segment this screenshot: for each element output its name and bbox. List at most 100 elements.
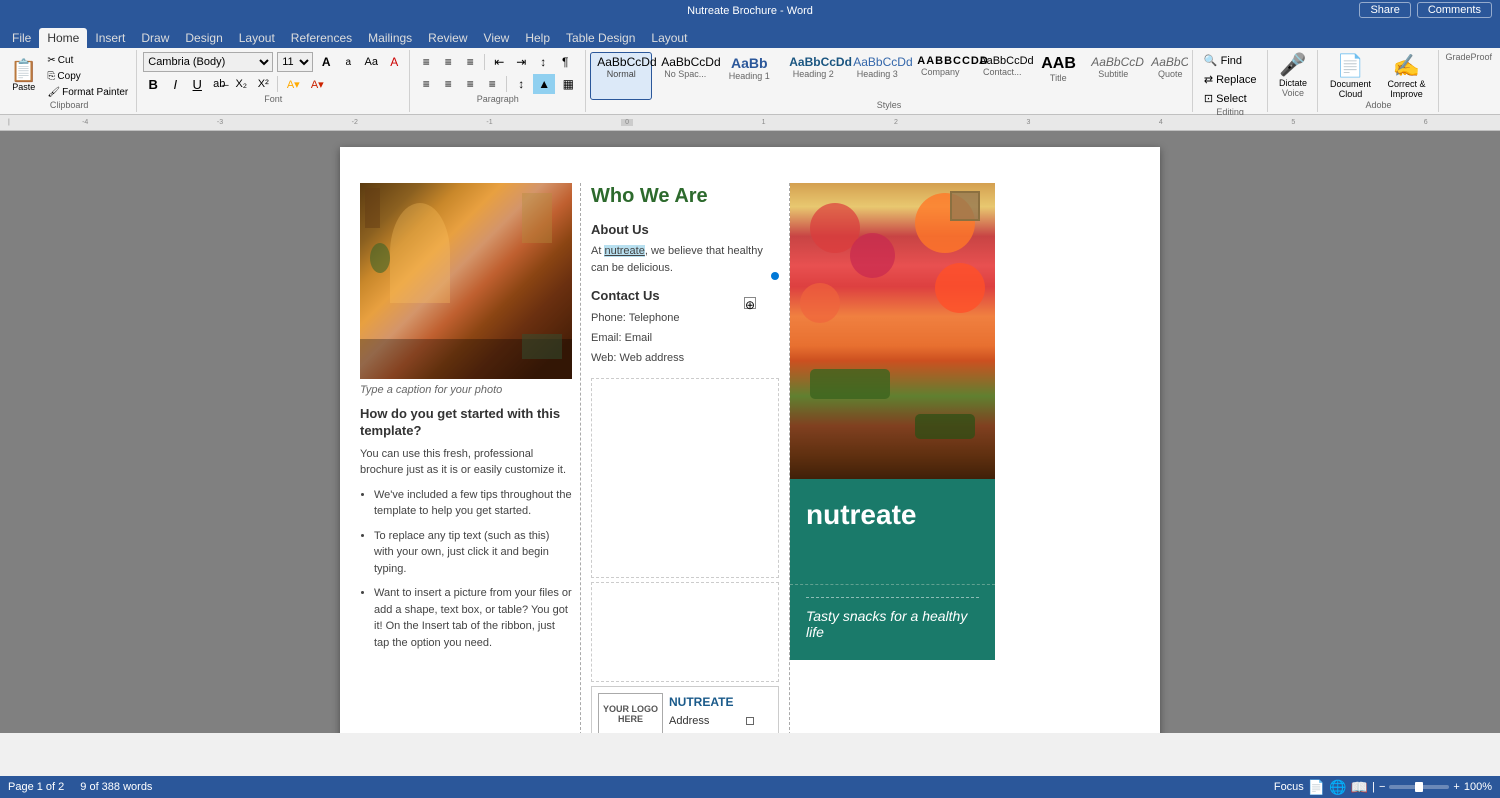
style-heading1[interactable]: AaBb Heading 1 (718, 52, 780, 100)
kitchen-photo-bg (360, 183, 572, 379)
select-button[interactable]: ⊡ Select (1199, 90, 1262, 107)
find-button[interactable]: 🔍 Find (1199, 52, 1262, 69)
view-print-button[interactable]: 📄 (1308, 779, 1325, 796)
gradeproof-section: GradeProof (1439, 50, 1498, 112)
status-right: Focus 📄 🌐 📖 | − + 100% (1274, 779, 1492, 796)
style-quote[interactable]: AaBbCcD Quote (1144, 52, 1188, 100)
text-highlight-button[interactable]: A▾ (282, 74, 304, 94)
font-size-select[interactable]: 11 (277, 52, 313, 72)
container (522, 334, 562, 359)
style-normal[interactable]: AaBbCcDd Normal (590, 52, 652, 100)
document-area[interactable]: ⊕ Type a caption (0, 131, 1500, 733)
tab-home[interactable]: Home (39, 28, 87, 48)
share-button[interactable]: Share (1359, 2, 1410, 18)
style-no-spacing-preview: AaBbCcDd (661, 55, 709, 69)
font-grow-button[interactable]: A (317, 53, 335, 71)
tab-draw[interactable]: Draw (133, 28, 177, 48)
format-painter-button[interactable]: 🖌 Format Painter (43, 85, 132, 100)
line-spacing-button[interactable]: ↕ (511, 74, 531, 94)
font-label: Font (143, 94, 403, 104)
paste-button[interactable]: 📋 Paste (6, 58, 41, 94)
tab-insert[interactable]: Insert (87, 28, 133, 48)
dictate-button[interactable]: 🎤 Dictate (1279, 52, 1307, 88)
view-web-button[interactable]: 🌐 (1329, 779, 1346, 796)
middle-column: Who We Are About Us At nutreate, we beli… (580, 183, 790, 733)
style-company-label: Company (917, 67, 963, 77)
superscript-button[interactable]: X² (253, 74, 273, 94)
bullets-button[interactable]: ≡ (416, 52, 436, 72)
font-shrink-button[interactable]: a (339, 53, 357, 71)
tab-mailings[interactable]: Mailings (360, 28, 420, 48)
brand-box: nutreate (790, 479, 995, 584)
contact-details: Phone: Telephone Email: Email Web: Web a… (591, 309, 779, 368)
zoom-out-button[interactable]: − (1379, 781, 1385, 793)
document-cloud-icon: 📄 (1337, 53, 1364, 79)
style-company-preview: AABBCCDD (917, 55, 963, 67)
style-normal-label: Normal (597, 69, 645, 79)
focus-button[interactable]: Focus (1274, 781, 1304, 793)
justify-button[interactable]: ≡ (482, 74, 502, 94)
underline-button[interactable]: U (187, 74, 207, 94)
tab-table-design[interactable]: Table Design (558, 28, 643, 48)
zoom-level: 100% (1464, 781, 1492, 793)
leaves (810, 369, 890, 399)
cut-button[interactable]: ✂ Cut (43, 53, 132, 68)
tab-layout[interactable]: Layout (231, 28, 283, 48)
zoom-in-button[interactable]: + (1453, 781, 1459, 793)
editing-buttons: 🔍 Find ⇄ Replace ⊡ Select (1199, 52, 1262, 107)
bullet-list: We've included a few tips throughout the… (374, 487, 572, 652)
strikethrough-button[interactable]: ab̶ (209, 74, 229, 94)
increase-indent-button[interactable]: ⇥ (511, 52, 531, 72)
style-company[interactable]: AABBCCDD Company (910, 52, 970, 100)
style-contact-label: Contact... (979, 67, 1025, 77)
borders-button[interactable]: ▦ (557, 74, 579, 94)
style-title[interactable]: AAB Title (1034, 52, 1082, 100)
style-quote-label: Quote (1151, 69, 1188, 79)
subscript-button[interactable]: X₂ (231, 74, 251, 94)
sort-button[interactable]: ↕ (533, 52, 553, 72)
bottom-handle[interactable] (746, 717, 754, 725)
italic-button[interactable]: I (165, 74, 185, 94)
table-move-handle[interactable]: ⊕ (744, 297, 756, 309)
font-family-select[interactable]: Cambria (Body) (143, 52, 273, 72)
tab-layout2[interactable]: Layout (643, 28, 695, 48)
shading-button[interactable]: ▲ (533, 74, 555, 94)
font-row1: Cambria (Body) 11 A a Aa A (143, 52, 403, 72)
view-read-button[interactable]: 📖 (1351, 779, 1368, 796)
style-contact[interactable]: AaBbCcDd Contact... (972, 52, 1032, 100)
ribbon-row: 📋 Paste ✂ Cut ⎘ Copy 🖌 Format Painter (0, 48, 1500, 114)
item1 (365, 188, 380, 228)
align-right-button[interactable]: ≡ (460, 74, 480, 94)
decrease-indent-button[interactable]: ⇤ (489, 52, 509, 72)
tab-design[interactable]: Design (177, 28, 230, 48)
replace-button[interactable]: ⇄ Replace (1199, 71, 1262, 88)
comments-button[interactable]: Comments (1417, 2, 1492, 18)
change-case-button[interactable]: Aa (361, 53, 381, 71)
tab-file[interactable]: File (4, 28, 39, 48)
font-color-button[interactable]: A▾ (306, 74, 328, 94)
style-heading3[interactable]: AaBbCcDd Heading 3 (846, 52, 908, 100)
style-heading3-preview: AaBbCcDd (853, 55, 901, 69)
correct-improve-button[interactable]: ✍ Correct & Improve (1380, 53, 1432, 99)
style-no-spacing[interactable]: AaBbCcDd No Spac... (654, 52, 716, 100)
document-cloud-button[interactable]: 📄 Document Cloud (1324, 53, 1376, 99)
multilevel-button[interactable]: ≡ (460, 52, 480, 72)
tab-view[interactable]: View (476, 28, 518, 48)
bold-button[interactable]: B (143, 74, 163, 94)
style-subtitle[interactable]: AaBbCcD Subtitle (1084, 52, 1142, 100)
tab-review[interactable]: Review (420, 28, 475, 48)
numbering-button[interactable]: ≡ (438, 52, 458, 72)
clear-format-button[interactable]: A (385, 53, 403, 71)
align-center-button[interactable]: ≡ (438, 74, 458, 94)
align-left-button[interactable]: ≡ (416, 74, 436, 94)
selection-handle (771, 272, 779, 280)
tab-help[interactable]: Help (517, 28, 558, 48)
tab-references[interactable]: References (283, 28, 360, 48)
template-heading: How do you get started with this templat… (360, 406, 572, 440)
show-formatting-button[interactable]: ¶ (555, 52, 575, 72)
flower4 (935, 263, 985, 313)
zoom-slider[interactable] (1389, 785, 1449, 789)
font-row2: B I U ab̶ X₂ X² A▾ A▾ (143, 74, 403, 94)
copy-button[interactable]: ⎘ Copy (43, 69, 132, 84)
style-heading2[interactable]: AaBbCcDd Heading 2 (782, 52, 844, 100)
